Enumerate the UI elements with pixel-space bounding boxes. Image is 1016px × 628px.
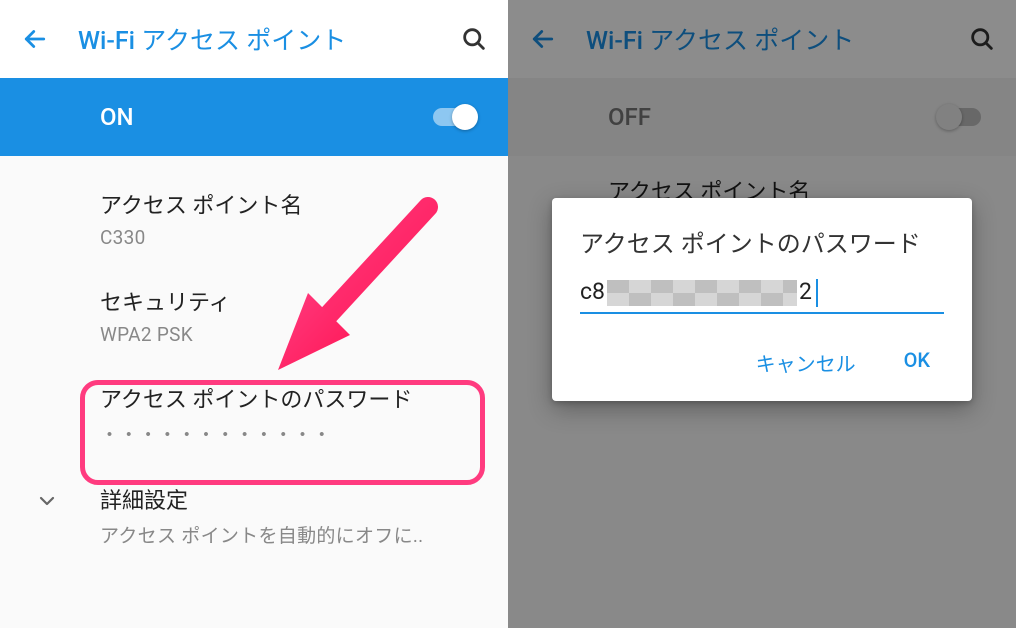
password-dialog: アクセス ポイントのパスワード c8 2 キャンセル OK <box>552 198 972 401</box>
toggle-switch[interactable] <box>428 102 478 132</box>
password-visible-suffix: 2 <box>799 278 812 305</box>
advanced-label: 詳細設定 <box>100 483 478 515</box>
advanced-item[interactable]: 詳細設定 アクセス ポイントを自動的にオフに.. <box>0 465 508 566</box>
back-arrow-icon[interactable] <box>20 24 50 54</box>
wifi-hotspot-toggle-row[interactable]: ON <box>0 78 508 156</box>
security-label: セキュリティ <box>100 285 478 317</box>
cancel-button[interactable]: キャンセル <box>750 338 862 387</box>
screen-right: Wi-Fi アクセス ポイント OFF アクセス ポイント名 アクセス ポイント… <box>508 0 1016 628</box>
redacted-region <box>607 280 797 306</box>
security-item[interactable]: セキュリティ WPA2 PSK <box>0 267 508 364</box>
ap-name-value: C330 <box>100 226 478 249</box>
password-value: ・・・・・・・・・・・・ <box>100 420 478 447</box>
search-icon[interactable] <box>460 25 488 53</box>
password-label: アクセス ポイントのパスワード <box>100 382 478 414</box>
settings-list: アクセス ポイント名 C330 セキュリティ WPA2 PSK アクセス ポイン… <box>0 156 508 566</box>
password-visible-prefix: c8 <box>580 278 605 305</box>
ok-button[interactable]: OK <box>898 338 936 387</box>
ap-name-label: アクセス ポイント名 <box>100 188 478 220</box>
page-title: Wi-Fi アクセス ポイント <box>78 21 460 57</box>
header: Wi-Fi アクセス ポイント <box>0 0 508 78</box>
text-caret <box>816 279 818 307</box>
password-input[interactable]: c8 2 <box>580 280 944 314</box>
ap-name-item[interactable]: アクセス ポイント名 C330 <box>0 170 508 267</box>
dialog-title: アクセス ポイントのパスワード <box>580 226 944 262</box>
toggle-state-label: ON <box>100 103 134 131</box>
advanced-value: アクセス ポイントを自動的にオフに.. <box>100 521 478 548</box>
password-item[interactable]: アクセス ポイントのパスワード ・・・・・・・・・・・・ <box>0 364 508 465</box>
screen-left: Wi-Fi アクセス ポイント ON アクセス ポイント名 C330 セキュリテ… <box>0 0 508 628</box>
dialog-actions: キャンセル OK <box>580 338 944 387</box>
security-value: WPA2 PSK <box>100 323 478 346</box>
chevron-down-icon <box>35 489 59 513</box>
